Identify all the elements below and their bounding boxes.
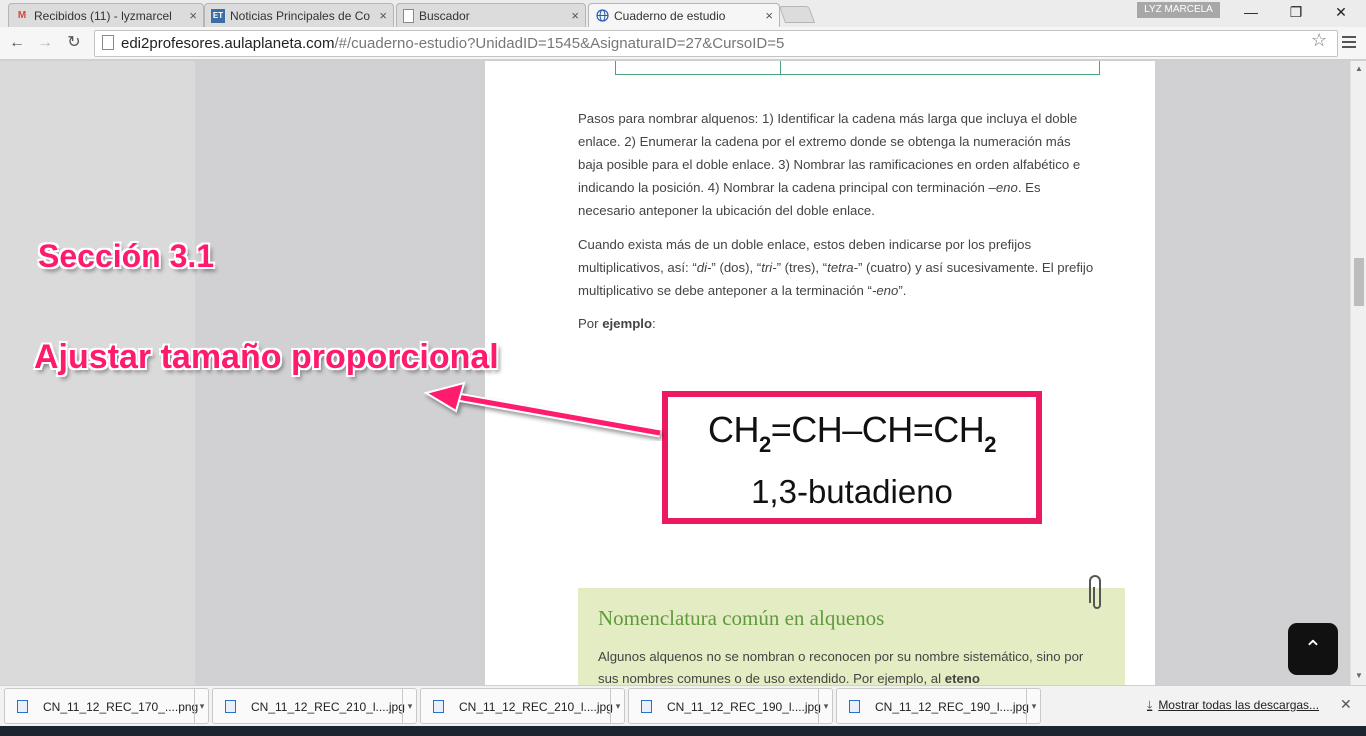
download-icon: ⤓ (1147, 698, 1153, 712)
news-icon: ET (211, 8, 225, 23)
gmail-icon: M (17, 10, 27, 21)
butadiene-formula: CH2=CH–CH=CH2 (707, 409, 997, 457)
tab-gmail[interactable]: M Recibidos (11) - lyzmarcel × (8, 3, 204, 27)
paragraph-naming-steps: Pasos para nombrar alquenos: 1) Identifi… (578, 111, 1081, 218)
page-viewport: Pasos para nombrar alquenos: 1) Identifi… (0, 61, 1350, 685)
download-item[interactable]: CN_11_12_REC_170_....png ▾ (4, 688, 209, 724)
paragraph-prefixes: Cuando exista más de un doble enlace, es… (578, 237, 1094, 298)
scroll-to-top-button[interactable]: ⌃ (1288, 623, 1338, 675)
download-name: CN_11_12_REC_170_....png (43, 700, 199, 714)
annotation-arrow-icon (423, 381, 661, 438)
image-file-icon (849, 700, 860, 713)
download-item[interactable]: CN_11_12_REC_210_l....jpg ▾ (420, 688, 625, 724)
chevron-down-icon[interactable]: ▾ (402, 689, 417, 723)
reload-button[interactable]: ↻ (63, 32, 85, 54)
close-icon[interactable]: × (765, 8, 773, 23)
tab-label: Noticias Principales de Co (230, 8, 371, 23)
new-tab-button[interactable] (778, 6, 816, 23)
annotation-instruction: Ajustar tamaño proporcional (34, 338, 499, 376)
close-icon[interactable]: × (571, 8, 579, 23)
tab-label: Cuaderno de estudio (614, 8, 726, 23)
chevron-down-icon[interactable]: ▾ (818, 689, 833, 723)
download-name: CN_11_12_REC_210_l....jpg (459, 700, 613, 714)
download-name: CN_11_12_REC_190_l....jpg (667, 700, 821, 714)
download-item[interactable]: CN_11_12_REC_210_l....jpg ▾ (212, 688, 417, 724)
tab-buscador[interactable]: Buscador × (396, 3, 586, 27)
tab-label: Recibidos (11) - lyzmarcel (34, 8, 172, 23)
formula-name: 1,3-butadieno (751, 473, 953, 510)
tab-label: Buscador (419, 8, 470, 23)
scroll-down-arrow-icon[interactable]: ▼ (1355, 671, 1363, 680)
tab-cuaderno[interactable]: Cuaderno de estudio × (588, 3, 780, 27)
annotation-section: Sección 3.1 (38, 238, 215, 274)
scrollbar-thumb[interactable] (1354, 258, 1364, 306)
vertical-scrollbar[interactable]: ▲ ▼ (1350, 61, 1366, 685)
page-icon (403, 8, 414, 23)
study-notebook-page: Pasos para nombrar alquenos: 1) Identifi… (485, 61, 1338, 685)
scroll-up-arrow-icon[interactable]: ▲ (1355, 64, 1363, 73)
menu-icon[interactable] (1342, 33, 1356, 51)
bookmark-star-icon[interactable]: ☆ (1311, 30, 1327, 51)
image-file-icon (641, 700, 652, 713)
info-box-text: Algunos alquenos no se nombran o reconoc… (598, 649, 1084, 685)
image-file-icon (17, 700, 28, 713)
download-name: CN_11_12_REC_190_l....jpg (875, 700, 1029, 714)
example-label: Por ejemplo: (578, 316, 656, 331)
image-file-icon (225, 700, 236, 713)
back-button[interactable]: ← (6, 32, 28, 54)
close-icon[interactable]: × (379, 8, 387, 23)
os-taskbar (0, 726, 1366, 736)
address-bar[interactable]: edi2profesores.aulaplaneta.com/#/cuadern… (94, 30, 1338, 57)
formula-image: CH2=CH–CH=CH2 1,3-butadieno (662, 391, 1042, 524)
download-name: CN_11_12_REC_210_l....jpg (251, 700, 405, 714)
user-badge[interactable]: LYZ MARCELA (1137, 2, 1220, 18)
url-path: /#/cuaderno-estudio?UnidadID=1545&Asigna… (334, 35, 785, 52)
close-icon[interactable]: × (189, 8, 197, 23)
close-window-button[interactable]: ✕ (1326, 2, 1356, 22)
minimize-button[interactable]: — (1236, 2, 1266, 22)
downloads-shelf: CN_11_12_REC_170_....png ▾ CN_11_12_REC_… (0, 685, 1366, 726)
paperclip-icon[interactable] (1089, 573, 1105, 613)
browser-toolbar: ← → ↻ edi2profesores.aulaplaneta.com/#/c… (0, 27, 1366, 60)
url-host: edi2profesores.aulaplaneta.com (121, 35, 335, 52)
chevron-down-icon[interactable]: ▾ (194, 689, 209, 723)
show-all-downloads-link[interactable]: ⤓ Mostrar todas las descargas... (1147, 698, 1319, 713)
tab-news[interactable]: ET Noticias Principales de Co × (204, 3, 394, 27)
download-item[interactable]: CN_11_12_REC_190_l....jpg ▾ (628, 688, 833, 724)
globe-icon (595, 9, 609, 23)
info-box-title: Nomenclatura común en alquenos (598, 606, 885, 630)
table-fragment (615, 61, 1100, 75)
download-item[interactable]: CN_11_12_REC_190_l....jpg ▾ (836, 688, 1041, 724)
close-shelf-icon[interactable]: ✕ (1340, 696, 1352, 713)
page-info-icon[interactable] (102, 35, 114, 50)
chevron-down-icon[interactable]: ▾ (610, 689, 625, 723)
info-box-common-names: Nomenclatura común en alquenos Algunos a… (578, 588, 1125, 685)
tab-strip: M Recibidos (11) - lyzmarcel × ET Notici… (0, 0, 1366, 27)
chevron-down-icon[interactable]: ▾ (1026, 689, 1041, 723)
forward-button[interactable]: → (34, 32, 56, 54)
image-file-icon (433, 700, 444, 713)
maximize-button[interactable]: ❐ (1281, 2, 1311, 22)
